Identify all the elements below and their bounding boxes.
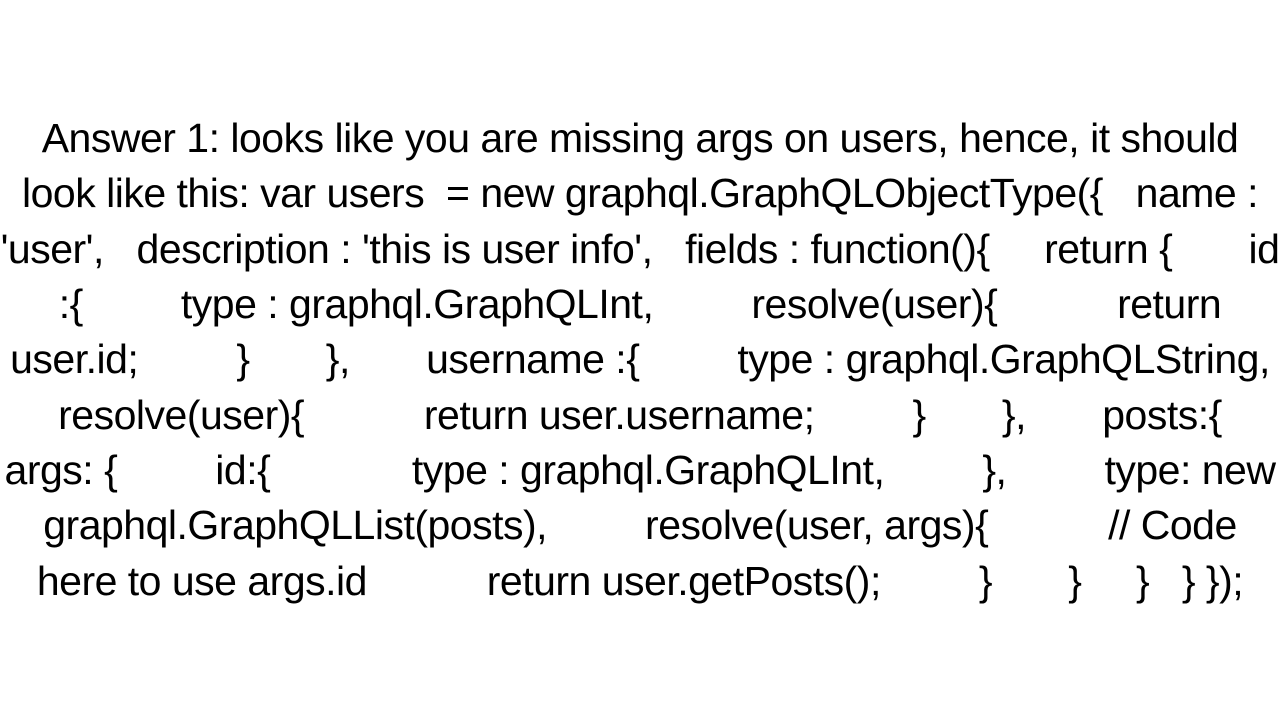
answer-text: Answer 1: looks like you are missing arg… — [0, 111, 1280, 609]
